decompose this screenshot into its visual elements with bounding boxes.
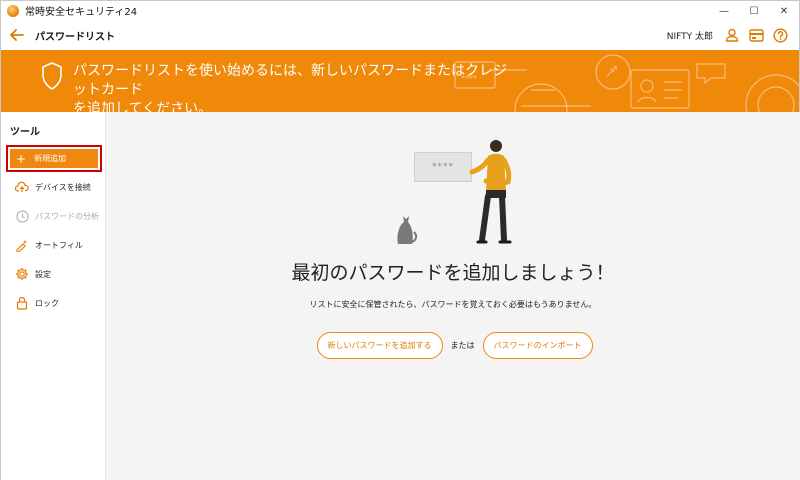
- sidebar-item-label: オートフィル: [35, 240, 83, 250]
- window-title-bar: 常時安全セキュリティ24 — ☐ ✕: [0, 0, 800, 20]
- add-password-button[interactable]: 新しいパスワードを追加する: [316, 332, 443, 359]
- sidebar-item-settings[interactable]: 設定: [15, 265, 51, 283]
- close-button[interactable]: ✕: [769, 1, 799, 21]
- help-icon[interactable]: [771, 26, 789, 44]
- empty-state-illustration: ****: [396, 132, 526, 247]
- autofill-icon: [15, 238, 29, 252]
- new-item-button[interactable]: + 新規追加: [10, 149, 98, 168]
- highlight-frame: + 新規追加: [6, 145, 102, 172]
- lock-icon: [15, 296, 29, 310]
- sidebar-item-label: ロック: [35, 298, 59, 308]
- app-logo-icon: [7, 4, 19, 17]
- subscription-icon[interactable]: [747, 26, 765, 44]
- shield-icon: [41, 62, 63, 90]
- sidebar-item-label: デバイスを接続: [35, 182, 91, 192]
- sidebar-item-autofill[interactable]: オートフィル: [15, 236, 83, 254]
- plus-icon: +: [16, 151, 27, 166]
- person-with-cat-graphic: [397, 140, 512, 244]
- empty-state-actions: 新しいパスワードを追加する または パスワードのインポート: [106, 332, 800, 359]
- header-actions: NIFTY 太郎: [667, 20, 789, 50]
- app-header: パスワードリスト NIFTY 太郎: [0, 20, 800, 50]
- new-item-label: 新規追加: [34, 154, 67, 163]
- page-title: パスワードリスト: [35, 31, 115, 43]
- cloud-upload-icon: [15, 180, 29, 194]
- window-title: 常時安全セキュリティ24: [25, 7, 138, 18]
- sidebar-item-lock[interactable]: ロック: [15, 294, 59, 312]
- sidebar-item-label: 設定: [35, 269, 51, 279]
- account-icon[interactable]: [723, 26, 741, 44]
- window-controls: — ☐ ✕: [709, 1, 799, 21]
- back-arrow-icon[interactable]: [7, 25, 27, 45]
- maximize-button[interactable]: ☐: [739, 1, 769, 21]
- sidebar: ツール + 新規追加 デバイスを接続 パスワードの分析 オートフィル 設定 ロッ…: [0, 112, 106, 480]
- import-passwords-button[interactable]: パスワードのインポート: [482, 332, 593, 359]
- gear-icon: [15, 267, 29, 281]
- svg-text:****: ****: [461, 74, 477, 83]
- banner-decoration: ****: [454, 54, 799, 112]
- empty-state-title: 最初のパスワードを追加しましょう！: [291, 262, 615, 284]
- sidebar-heading: ツール: [10, 127, 40, 138]
- or-separator: または: [450, 341, 475, 350]
- sidebar-item-password-analysis[interactable]: パスワードの分析: [15, 207, 99, 225]
- sidebar-item-label: パスワードの分析: [35, 211, 99, 221]
- clock-icon: [15, 209, 29, 223]
- info-banner: パスワードリストを使い始めるには、新しいパスワードまたはクレジットカード を追加…: [0, 50, 800, 112]
- empty-state-description: リストに安全に保管されたら、パスワードを覚えておく必要はもうありません。: [309, 300, 597, 309]
- minimize-button[interactable]: —: [709, 1, 739, 21]
- sidebar-item-connect-device[interactable]: デバイスを接続: [15, 178, 91, 196]
- main-content: **** 最初のパスワードを追加しましょう！ リストに安全に保管されたら、パスワ…: [106, 112, 800, 480]
- user-name: NIFTY 太郎: [666, 31, 713, 42]
